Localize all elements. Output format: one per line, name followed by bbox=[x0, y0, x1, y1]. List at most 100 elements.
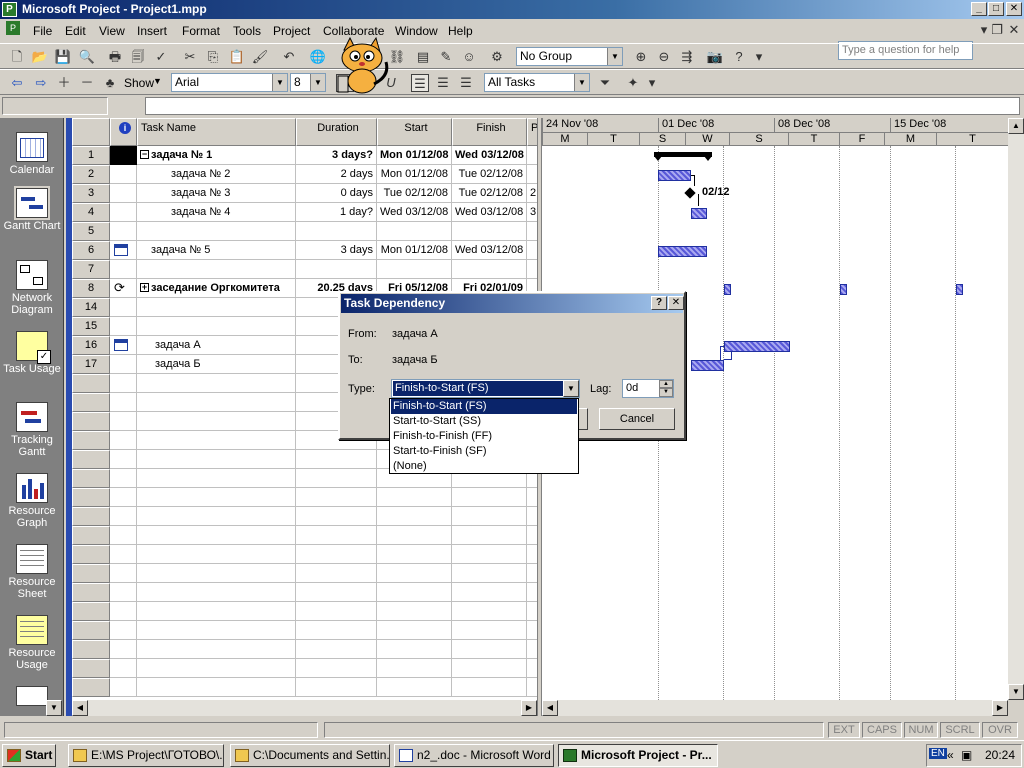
duration-cell[interactable] bbox=[296, 260, 377, 279]
finish-cell[interactable] bbox=[452, 222, 527, 241]
row-number[interactable] bbox=[72, 545, 110, 564]
task-name-cell[interactable] bbox=[137, 621, 296, 640]
menu-view[interactable]: View bbox=[99, 24, 125, 38]
start-cell[interactable] bbox=[377, 507, 452, 526]
start-cell[interactable] bbox=[377, 583, 452, 602]
finish-cell[interactable] bbox=[452, 545, 527, 564]
toolbar-options-icon[interactable]: ▾ bbox=[750, 48, 768, 66]
duration-cell[interactable]: 0 days bbox=[296, 184, 377, 203]
finish-cell[interactable] bbox=[452, 564, 527, 583]
camera-icon[interactable]: 📷 bbox=[706, 48, 724, 66]
document-icon[interactable]: P bbox=[6, 21, 20, 35]
recurring-task-bar[interactable] bbox=[724, 284, 731, 295]
duration-cell[interactable] bbox=[296, 507, 377, 526]
save-icon[interactable]: 💾 bbox=[54, 48, 72, 66]
zoom-out-icon[interactable]: ⊖ bbox=[655, 48, 673, 66]
finish-cell[interactable] bbox=[452, 260, 527, 279]
tray-app-icon[interactable]: ▣ bbox=[961, 748, 972, 762]
task-name-header[interactable]: Task Name bbox=[137, 118, 296, 146]
start-cell[interactable] bbox=[377, 678, 452, 697]
scroll-right-icon[interactable]: ▶ bbox=[521, 700, 537, 716]
start-header[interactable]: Start bbox=[377, 118, 452, 146]
row-number[interactable]: 2 bbox=[72, 165, 110, 184]
task-name-cell[interactable] bbox=[137, 431, 296, 450]
type-option-fs[interactable]: Finish-to-Start (FS) bbox=[391, 399, 577, 414]
duration-cell[interactable] bbox=[296, 659, 377, 678]
milestone-marker[interactable] bbox=[684, 187, 696, 199]
assign-resources-icon[interactable]: ☺ bbox=[460, 48, 478, 66]
align-center-icon[interactable]: ☰ bbox=[434, 74, 452, 92]
show-chevron-down-icon[interactable]: ▼ bbox=[153, 76, 162, 86]
type-option-none[interactable]: (None) bbox=[391, 459, 577, 474]
predecessor-cell[interactable] bbox=[527, 488, 537, 507]
duration-cell[interactable] bbox=[296, 621, 377, 640]
task-name-cell[interactable] bbox=[137, 469, 296, 488]
finish-cell[interactable]: Tue 02/12/08 bbox=[452, 184, 527, 203]
duration-cell[interactable] bbox=[296, 583, 377, 602]
predecessor-cell[interactable] bbox=[527, 241, 537, 260]
entry-field[interactable] bbox=[145, 97, 1020, 115]
print-preview-icon[interactable]: 🔍 bbox=[78, 48, 96, 66]
task-name-cell[interactable] bbox=[137, 659, 296, 678]
hide-subtasks-icon[interactable]: － bbox=[78, 74, 96, 92]
close-button[interactable]: ✕ bbox=[1006, 2, 1022, 16]
print-icon[interactable]: 🖶 bbox=[106, 48, 124, 66]
menu-help[interactable]: Help bbox=[448, 24, 473, 38]
menu-project[interactable]: Project bbox=[273, 24, 310, 38]
start-cell[interactable] bbox=[377, 260, 452, 279]
duration-cell[interactable] bbox=[296, 545, 377, 564]
start-cell[interactable]: Mon 01/12/08 bbox=[377, 165, 452, 184]
filter-select[interactable]: All Tasks ▼ bbox=[484, 73, 590, 92]
predecessor-cell[interactable] bbox=[527, 526, 537, 545]
tray-expand-icon[interactable]: « bbox=[947, 748, 954, 762]
row-number[interactable] bbox=[72, 583, 110, 602]
dialog-help-button[interactable]: ? bbox=[651, 296, 667, 310]
duration-cell[interactable] bbox=[296, 526, 377, 545]
maximize-button[interactable]: □ bbox=[988, 2, 1004, 16]
select-all-header[interactable] bbox=[72, 118, 110, 146]
finish-cell[interactable]: Wed 03/12/08 bbox=[452, 146, 527, 165]
start-cell[interactable] bbox=[377, 659, 452, 678]
cancel-button[interactable]: Cancel bbox=[599, 408, 675, 430]
duration-cell[interactable] bbox=[296, 222, 377, 241]
recurring-task-bar[interactable] bbox=[956, 284, 963, 295]
predecessors-header[interactable]: P bbox=[527, 118, 537, 146]
row-number[interactable]: 5 bbox=[72, 222, 110, 241]
type-option-sf[interactable]: Start-to-Finish (SF) bbox=[391, 444, 577, 459]
task-bar[interactable] bbox=[724, 341, 790, 352]
row-number[interactable]: 7 bbox=[72, 260, 110, 279]
predecessor-cell[interactable] bbox=[527, 260, 537, 279]
scroll-left-icon[interactable]: ◀ bbox=[72, 700, 88, 716]
task-name-cell[interactable] bbox=[137, 564, 296, 583]
row-number[interactable]: 17 bbox=[72, 355, 110, 374]
row-number[interactable] bbox=[72, 393, 110, 412]
view-gantt-chart[interactable]: Gantt Chart bbox=[0, 186, 64, 232]
row-number[interactable] bbox=[72, 659, 110, 678]
duration-cell[interactable] bbox=[296, 450, 377, 469]
predecessor-cell[interactable] bbox=[527, 678, 537, 697]
group-select[interactable]: No Group ▼ bbox=[516, 47, 623, 66]
scroll-down-icon[interactable]: ▼ bbox=[1008, 684, 1024, 700]
predecessor-cell[interactable] bbox=[527, 146, 537, 165]
task-name-cell[interactable] bbox=[137, 393, 296, 412]
finish-cell[interactable] bbox=[452, 488, 527, 507]
goto-task-icon[interactable]: ⇶ bbox=[678, 48, 696, 66]
show-subtasks-icon[interactable]: ＋ bbox=[55, 74, 73, 92]
dialog-close-button[interactable]: ✕ bbox=[668, 296, 684, 310]
row-number[interactable] bbox=[72, 678, 110, 697]
row-number[interactable] bbox=[72, 507, 110, 526]
task-name-cell[interactable]: задача № 2 bbox=[137, 165, 296, 184]
predecessor-cell[interactable] bbox=[527, 507, 537, 526]
view-network-diagram[interactable]: Network Diagram bbox=[0, 260, 64, 316]
finish-header[interactable]: Finish bbox=[452, 118, 527, 146]
row-number[interactable]: 4 bbox=[72, 203, 110, 222]
task-name-cell[interactable]: − задача № 1 bbox=[137, 146, 296, 165]
finish-cell[interactable]: Tue 02/12/08 bbox=[452, 165, 527, 184]
task-name-cell[interactable] bbox=[137, 488, 296, 507]
task-name-cell[interactable] bbox=[137, 298, 296, 317]
duration-cell[interactable]: 1 day? bbox=[296, 203, 377, 222]
arrow-left-icon[interactable]: ⇦ bbox=[8, 74, 26, 92]
taskbar-item-word[interactable]: n2_.doc - Microsoft Word bbox=[394, 744, 554, 767]
row-number[interactable] bbox=[72, 488, 110, 507]
duration-cell[interactable] bbox=[296, 488, 377, 507]
